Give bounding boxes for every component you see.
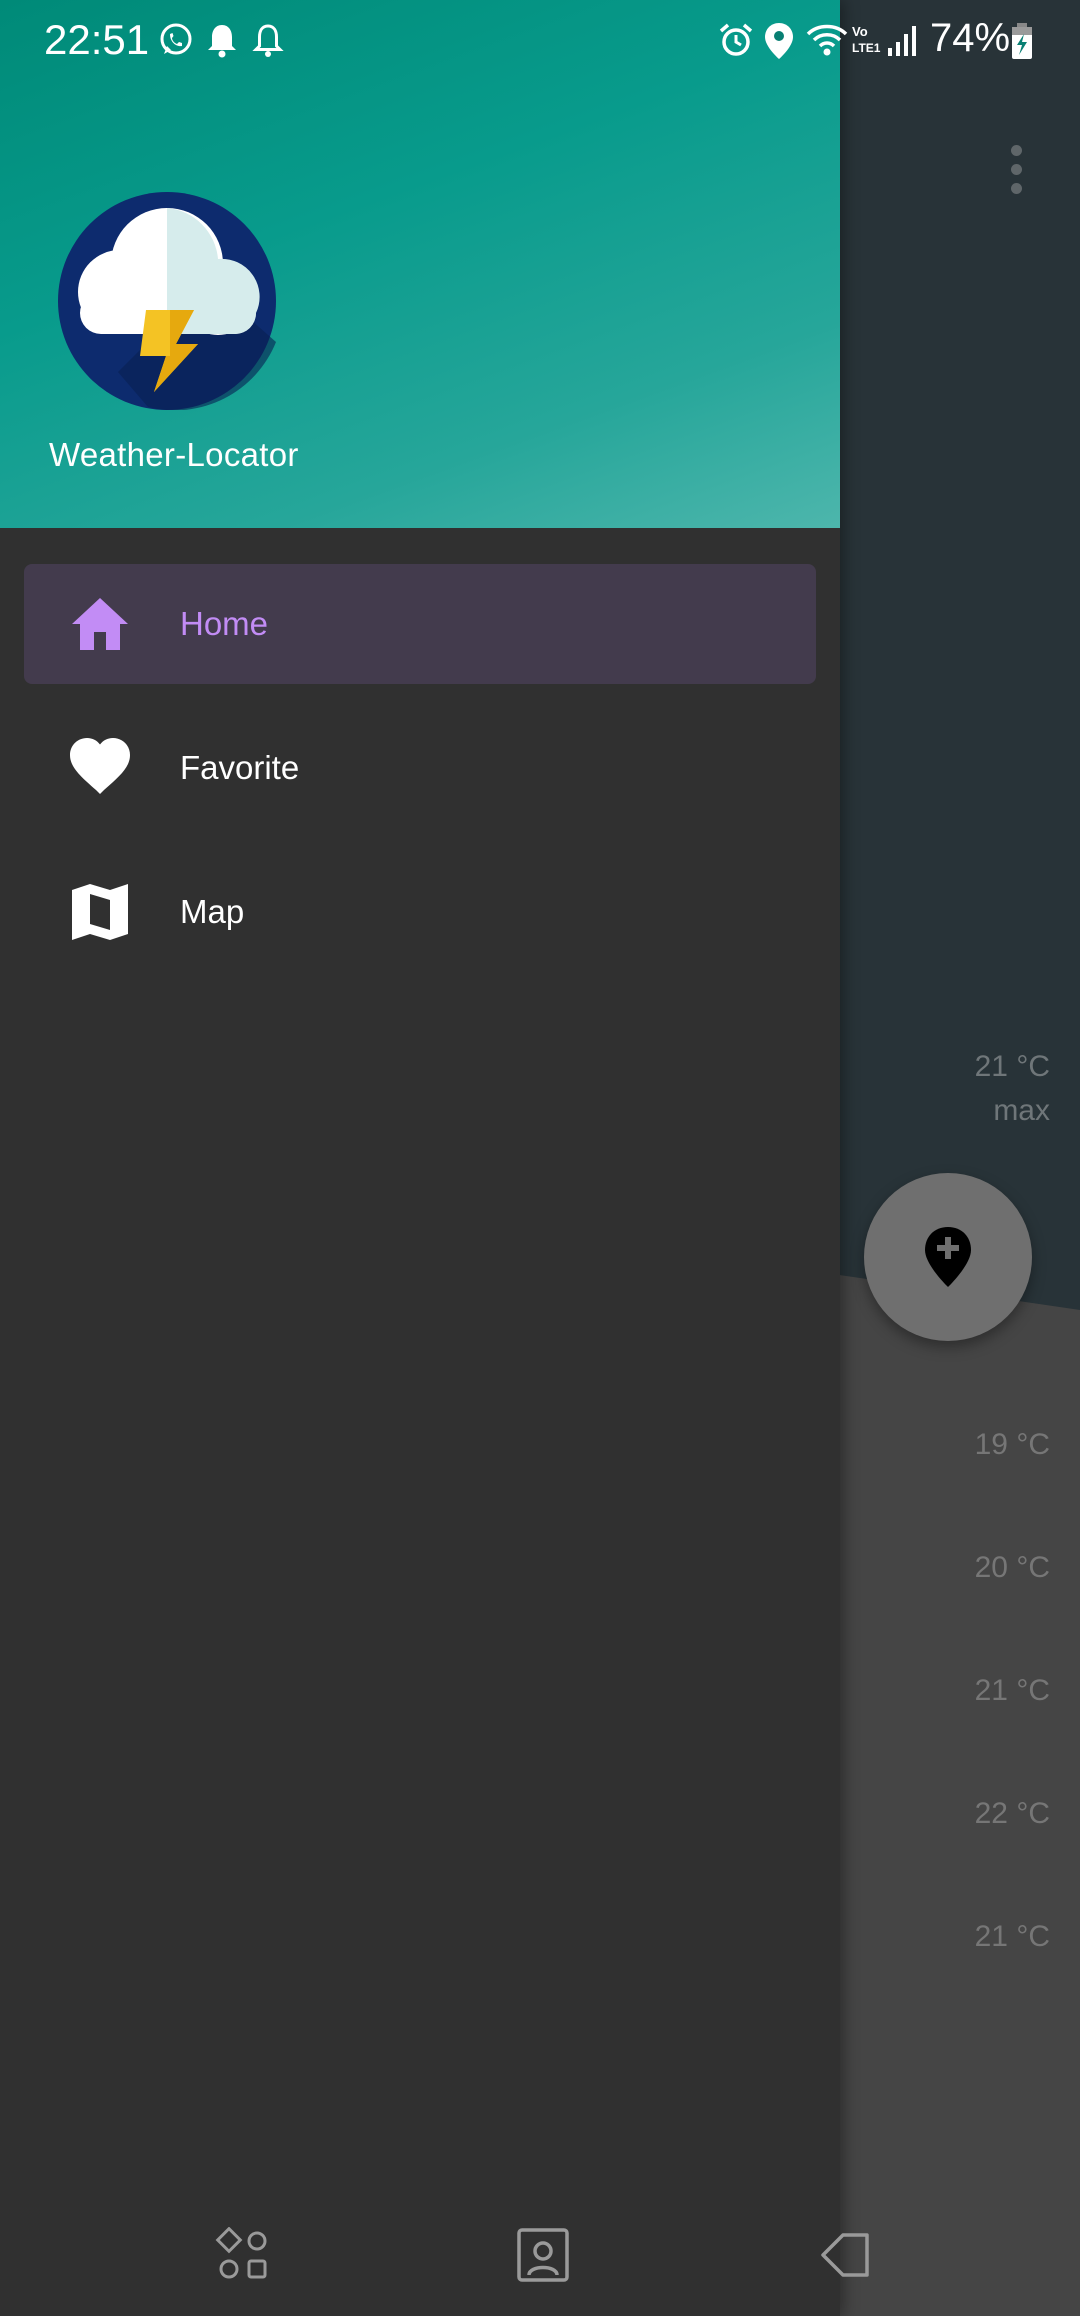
max-temp-block: 21 °C max xyxy=(975,1045,1050,1133)
location-icon xyxy=(765,23,793,59)
drawer-item-home[interactable]: Home xyxy=(24,564,816,684)
home-nav-icon xyxy=(517,2228,569,2282)
app-name: Weather-Locator xyxy=(49,436,299,473)
hourly-temp: 22 °C xyxy=(974,1797,1050,1830)
drawer-item-label: Home xyxy=(180,605,269,642)
max-temp-value: 21 °C xyxy=(974,1050,1050,1083)
whatsapp-icon xyxy=(160,23,192,55)
status-time: 22:51 xyxy=(44,16,150,63)
hourly-temp: 20 °C xyxy=(974,1551,1050,1584)
svg-text:LTE1: LTE1 xyxy=(852,41,881,55)
home-nav-button[interactable] xyxy=(508,2220,578,2290)
storm-cloud-icon xyxy=(58,192,276,410)
battery-charging-icon xyxy=(1012,23,1032,59)
system-nav-bar xyxy=(0,2196,1080,2316)
back-icon xyxy=(821,2233,869,2277)
recent-apps-button[interactable] xyxy=(208,2220,278,2290)
hourly-temp: 21 °C xyxy=(974,1674,1050,1707)
hourly-temp: 19 °C xyxy=(974,1428,1050,1461)
add-location-icon xyxy=(925,1227,971,1287)
overflow-menu-icon[interactable] xyxy=(1000,145,1032,205)
bell-filled-icon xyxy=(208,25,236,58)
map-icon xyxy=(72,884,128,940)
status-bar: 22:51 Vo LTE1 74% xyxy=(0,0,1080,84)
back-button[interactable] xyxy=(810,2220,880,2290)
alarm-icon xyxy=(719,23,753,56)
heart-icon xyxy=(70,738,130,794)
hourly-temp: 21 °C xyxy=(974,1920,1050,1953)
recent-apps-icon xyxy=(215,2227,267,2279)
svg-text:Vo: Vo xyxy=(852,24,868,39)
max-temp-label: max xyxy=(993,1094,1050,1127)
navigation-drawer: Weather-Locator Home Favorite Map xyxy=(0,0,840,2316)
drawer-item-label: Map xyxy=(180,893,245,930)
home-icon xyxy=(72,598,128,650)
wifi-icon xyxy=(806,24,848,56)
bell-outline-icon xyxy=(252,24,284,57)
signal-icon xyxy=(888,26,916,56)
drawer-item-label: Favorite xyxy=(180,749,300,786)
drawer-item-favorite[interactable]: Favorite xyxy=(24,708,816,828)
volte-icon: Vo LTE1 xyxy=(852,24,881,55)
drawer-item-map[interactable]: Map xyxy=(24,852,816,972)
add-location-button[interactable] xyxy=(864,1173,1032,1341)
battery-percent: 74% xyxy=(930,16,1011,60)
